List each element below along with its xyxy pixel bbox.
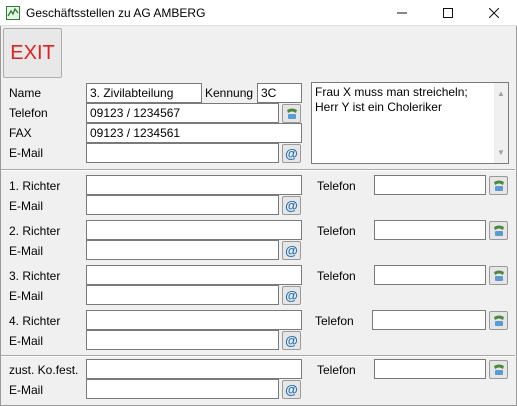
judge-3-email-field[interactable]	[86, 285, 279, 305]
minimize-icon	[397, 12, 407, 14]
exit-button[interactable]: EXIT	[3, 28, 62, 78]
judge-1-name-field[interactable]	[86, 175, 302, 195]
judge-1-email-field[interactable]	[86, 195, 279, 215]
scroll-up-icon[interactable]: ▲	[497, 86, 505, 101]
kofest-phone-button[interactable]	[489, 360, 508, 379]
judge-4-email-field[interactable]	[86, 330, 279, 350]
judge-2-email-button[interactable]: @	[282, 241, 301, 260]
email-field[interactable]	[86, 143, 279, 163]
phone-icon	[494, 225, 504, 236]
notes-line: Frau X muss man streicheln;	[315, 85, 468, 99]
judge-4-email-button[interactable]: @	[282, 331, 301, 350]
kofest-email-field[interactable]	[86, 379, 279, 399]
scroll-down-icon[interactable]: ▼	[497, 145, 505, 160]
judge-2-phone-label: Telefon	[317, 224, 356, 238]
judge-2-name-field[interactable]	[86, 220, 302, 240]
judge-2-phone-field[interactable]	[374, 220, 486, 240]
email-icon: @	[285, 243, 298, 258]
email-icon: @	[285, 382, 298, 397]
judge-2-email-field[interactable]	[86, 240, 279, 260]
kofest-email-label: E-Mail	[9, 383, 44, 397]
judge-1-phone-button[interactable]	[489, 176, 508, 195]
fax-field[interactable]: 09123 / 1234561	[86, 123, 302, 143]
email-icon: @	[285, 333, 298, 348]
office-email-button[interactable]: @	[282, 144, 301, 163]
judge-1-phone-label: Telefon	[317, 179, 356, 193]
title-bar: Geschäftsstellen zu AG AMBERG	[0, 0, 517, 26]
maximize-icon	[443, 8, 453, 18]
notes-line: Herr Y ist ein Choleriker	[315, 100, 442, 114]
kofest-email-button[interactable]: @	[282, 380, 301, 399]
email-icon: @	[285, 288, 298, 303]
divider	[1, 170, 515, 171]
judge-1-email-button[interactable]: @	[282, 196, 301, 215]
notes-memo[interactable]: Frau X muss man streicheln; Herr Y ist e…	[311, 82, 509, 164]
judge-4-phone-field[interactable]	[372, 310, 486, 330]
phone-icon	[494, 270, 504, 281]
name-field[interactable]: 3. Zivilabteilung	[86, 83, 202, 103]
judge-1-phone-field[interactable]	[374, 175, 486, 195]
judge-4-phone-button[interactable]	[489, 311, 508, 330]
close-icon	[488, 7, 500, 19]
judge-3-phone-field[interactable]	[374, 265, 486, 285]
judge-3-label: 3. Richter	[9, 269, 61, 283]
name-label: Name	[9, 86, 42, 100]
notes-scrollbar[interactable]: ▲ ▼	[494, 83, 508, 163]
email-label: E-Mail	[9, 146, 44, 160]
judge-3-name-field[interactable]	[86, 265, 302, 285]
judge-1-label: 1. Richter	[9, 179, 61, 193]
app-icon	[6, 6, 20, 20]
judge-4-label: 4. Richter	[9, 314, 61, 328]
kofest-name-field[interactable]	[86, 359, 302, 379]
kennung-label: Kennung	[205, 86, 254, 100]
office-phone-button[interactable]	[282, 104, 301, 123]
judge-2-phone-button[interactable]	[489, 221, 508, 240]
kennung-field[interactable]: 3C	[257, 83, 302, 103]
fax-label: FAX	[9, 126, 32, 140]
judge-2-email-label: E-Mail	[9, 244, 44, 258]
judge-3-phone-label: Telefon	[317, 269, 356, 283]
judge-2-label: 2. Richter	[9, 224, 61, 238]
telefon-field[interactable]: 09123 / 1234567	[86, 103, 279, 123]
kofest-phone-field[interactable]	[374, 359, 486, 379]
judge-3-phone-button[interactable]	[489, 266, 508, 285]
judge-3-email-button[interactable]: @	[282, 286, 301, 305]
phone-icon	[494, 180, 504, 191]
judge-3-email-label: E-Mail	[9, 289, 44, 303]
maximize-button[interactable]	[425, 0, 471, 26]
judge-4-email-label: E-Mail	[9, 334, 44, 348]
phone-icon	[494, 364, 504, 375]
email-icon: @	[285, 198, 298, 213]
judge-4-name-field[interactable]	[86, 310, 302, 330]
phone-icon	[494, 315, 504, 326]
kofest-label: zust. Ko.fest.	[9, 363, 79, 377]
phone-icon	[287, 108, 297, 119]
close-button[interactable]	[471, 0, 517, 26]
window-title: Geschäftsstellen zu AG AMBERG	[26, 6, 206, 20]
judge-4-phone-label: Telefon	[315, 314, 354, 328]
email-icon: @	[285, 146, 298, 161]
kofest-phone-label: Telefon	[317, 363, 356, 377]
divider	[1, 356, 515, 357]
judge-1-email-label: E-Mail	[9, 199, 44, 213]
minimize-button[interactable]	[379, 0, 425, 26]
telefon-label: Telefon	[9, 106, 48, 120]
